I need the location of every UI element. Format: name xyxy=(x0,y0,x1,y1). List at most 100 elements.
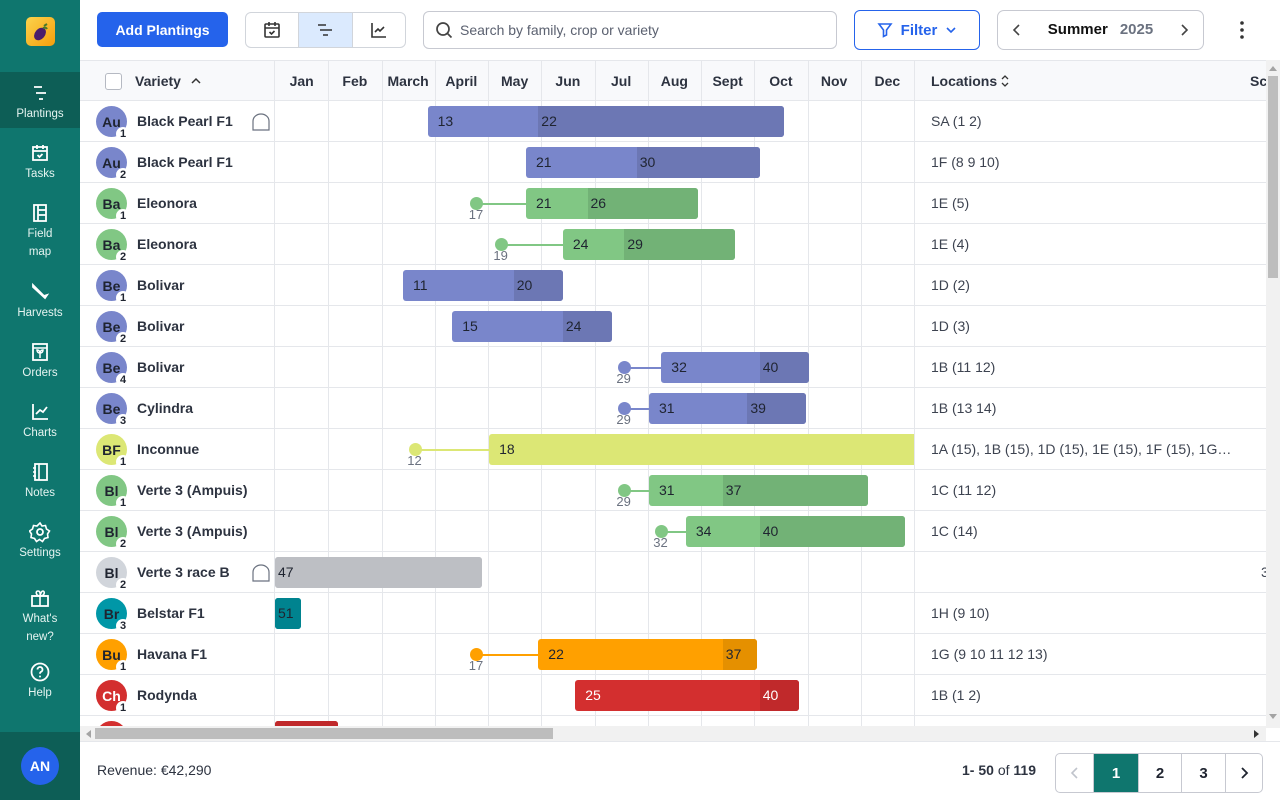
table-row[interactable]: Bl 2 Verte 3 (Ampuis) 32 34 40 1C (14) xyxy=(80,511,1280,552)
variety-name[interactable]: Verte 3 (Ampuis) xyxy=(137,511,247,551)
sidebar-item-plantings[interactable]: Plantings xyxy=(0,72,80,128)
sidebar-item-tasks[interactable]: Tasks xyxy=(0,138,80,188)
table-row[interactable]: Ba 2 Eleonora 19 24 29 1E (4) xyxy=(80,224,1280,265)
page-1-button[interactable]: 1 xyxy=(1094,754,1139,792)
revenue-total: Revenue: €42,290 xyxy=(97,762,212,778)
page-3-button[interactable]: 3 xyxy=(1182,754,1226,792)
table-row[interactable]: Bl 1 Verte 3 (Ampuis) 29 31 37 1C (11 12) xyxy=(80,470,1280,511)
bar-start-week: 21 xyxy=(536,154,552,170)
planting-bar[interactable]: 25 40 xyxy=(575,680,800,711)
variety-name[interactable]: Bolivar xyxy=(137,306,184,346)
search-input[interactable] xyxy=(460,22,820,38)
season-selector: Summer 2025 xyxy=(997,10,1204,50)
variety-name[interactable]: Bolivar xyxy=(137,265,184,305)
sidebar-item-orders[interactable]: Orders xyxy=(0,337,80,387)
table-row[interactable]: Be 1 Bolivar 11 20 1D (2) xyxy=(80,265,1280,306)
sidebar-item-notes[interactable]: Notes xyxy=(0,457,80,507)
page-2-button[interactable]: 2 xyxy=(1139,754,1182,792)
prev-page-button[interactable] xyxy=(1056,754,1094,792)
locations-cell: 1B (1 2) xyxy=(931,687,981,703)
planting-bar[interactable]: 13 22 xyxy=(427,106,785,137)
planting-bar[interactable]: 34 40 xyxy=(685,516,905,547)
table-row[interactable]: Be 2 Bolivar 15 24 1D (3) xyxy=(80,306,1280,347)
sidebar-item-charts[interactable]: Charts xyxy=(0,397,80,447)
planting-bar[interactable]: 32 40 xyxy=(661,352,809,383)
table-row[interactable]: Be 3 Cylindra 29 31 39 1B (13 14) xyxy=(80,388,1280,429)
sidebar-item-what-s-new[interactable]: What's new? xyxy=(0,583,80,653)
variety-name[interactable]: Eleonora xyxy=(137,183,197,223)
table-row[interactable]: Br 3 Belstar F1 51 1H (9 10) xyxy=(80,593,1280,634)
chevron-down-icon xyxy=(946,27,956,34)
planting-bar[interactable]: 51 xyxy=(275,598,301,629)
sidebar-item-settings[interactable]: Settings xyxy=(0,517,80,567)
sidebar-item-help[interactable]: Help xyxy=(0,657,80,707)
sidebar-item-harvests[interactable]: Harvests xyxy=(0,277,80,327)
greenhouse-icon xyxy=(251,113,271,131)
planting-bar[interactable]: 22 37 xyxy=(538,639,758,670)
calendar-view-button[interactable] xyxy=(246,13,300,47)
prev-season-button[interactable] xyxy=(1010,23,1024,37)
timeline-view-button[interactable] xyxy=(299,13,353,47)
add-plantings-button[interactable]: Add Plantings xyxy=(97,12,228,47)
planting-bar[interactable]: 18 xyxy=(489,434,914,465)
sidebar-item-field-map[interactable]: Field map xyxy=(0,198,80,268)
table-row[interactable]: Au 1 Black Pearl F1 13 22 SA (1 2) xyxy=(80,101,1280,142)
table-row[interactable]: Ch 1 Rodynda 25 40 1B (1 2) xyxy=(80,675,1280,716)
chart-view-button[interactable] xyxy=(353,13,405,47)
variety-name[interactable]: Inconnue xyxy=(137,429,199,469)
scroll-left-arrow[interactable] xyxy=(85,730,91,738)
horizontal-scroll-thumb[interactable] xyxy=(95,728,553,739)
variety-name[interactable]: Bolivar xyxy=(137,347,184,387)
table-row[interactable]: Bl 2 Verte 3 race B 47 3 xyxy=(80,552,1280,593)
planting-bar[interactable]: 31 37 xyxy=(649,475,868,506)
user-avatar[interactable]: AN xyxy=(21,747,59,785)
table-row[interactable]: Au 2 Black Pearl F1 21 30 1F (8 9 10) xyxy=(80,142,1280,183)
scroll-up-arrow[interactable] xyxy=(1269,65,1277,71)
crop-abbrev: Be xyxy=(102,400,121,417)
variety-name[interactable]: Verte 3 race B xyxy=(137,552,230,592)
seeding-week-label: 29 xyxy=(616,371,631,386)
variety-name[interactable]: Black Pearl F1 xyxy=(137,142,233,182)
knife-icon xyxy=(32,282,50,300)
table-row[interactable]: BF 1 Inconnue 12 18 1A (15), 1B (15), 1D (15)… xyxy=(80,429,1280,470)
next-column-header[interactable]: Sc xyxy=(1250,61,1267,101)
locations-column-header[interactable]: Locations xyxy=(931,61,1010,101)
next-page-button[interactable] xyxy=(1226,754,1262,792)
select-all-checkbox[interactable] xyxy=(104,61,122,101)
eggplant-logo[interactable] xyxy=(26,17,55,46)
table-row[interactable]: Bu 1 Havana F1 17 22 37 1G (9 10 11 12 13) xyxy=(80,634,1280,675)
succession-number: 4 xyxy=(116,373,130,387)
variety-name[interactable]: Verte 3 (Ampuis) xyxy=(137,470,247,510)
vertical-scroll-thumb[interactable] xyxy=(1268,76,1278,278)
crop-avatar: Ba 2 xyxy=(96,229,130,264)
table-row[interactable]: Ba 1 Eleonora 17 21 26 1E (5) xyxy=(80,183,1280,224)
scroll-right-arrow[interactable] xyxy=(1254,730,1260,738)
planting-bar[interactable]: 47 xyxy=(275,557,482,588)
more-options-button[interactable] xyxy=(1232,18,1252,42)
seeding-week-label: 32 xyxy=(653,535,668,550)
next-season-button[interactable] xyxy=(1177,23,1191,37)
scroll-down-arrow[interactable] xyxy=(1269,714,1277,720)
horizontal-scrollbar[interactable] xyxy=(80,726,1266,741)
crop-avatar: Be 2 xyxy=(96,311,130,346)
planting-bar[interactable]: 21 26 xyxy=(526,188,699,219)
planting-bar[interactable]: 21 30 xyxy=(526,147,760,178)
greenhouse-icon xyxy=(251,564,271,582)
table-row[interactable]: Be 4 Bolivar 29 32 40 1B (11 12) xyxy=(80,347,1280,388)
variety-name[interactable]: Rodynda xyxy=(137,675,197,715)
crop-abbrev: Be xyxy=(102,318,121,335)
variety-column-header[interactable]: Variety xyxy=(135,61,201,101)
vertical-scrollbar[interactable] xyxy=(1266,60,1280,728)
variety-name[interactable]: Belstar F1 xyxy=(137,593,205,633)
planting-bar[interactable]: 11 20 xyxy=(403,270,563,301)
variety-name[interactable]: Havana F1 xyxy=(137,634,207,674)
planting-bar[interactable]: 24 29 xyxy=(562,229,736,260)
variety-name[interactable]: Cylindra xyxy=(137,388,193,428)
seeding-connector xyxy=(476,203,526,205)
variety-name[interactable]: Black Pearl F1 xyxy=(137,101,233,141)
planting-bar[interactable]: 31 39 xyxy=(649,393,807,424)
pagination-range: 1- 50 of 119 xyxy=(962,762,1036,778)
planting-bar[interactable]: 15 24 xyxy=(452,311,613,342)
variety-name[interactable]: Eleonora xyxy=(137,224,197,264)
filter-button[interactable]: Filter xyxy=(854,10,980,50)
